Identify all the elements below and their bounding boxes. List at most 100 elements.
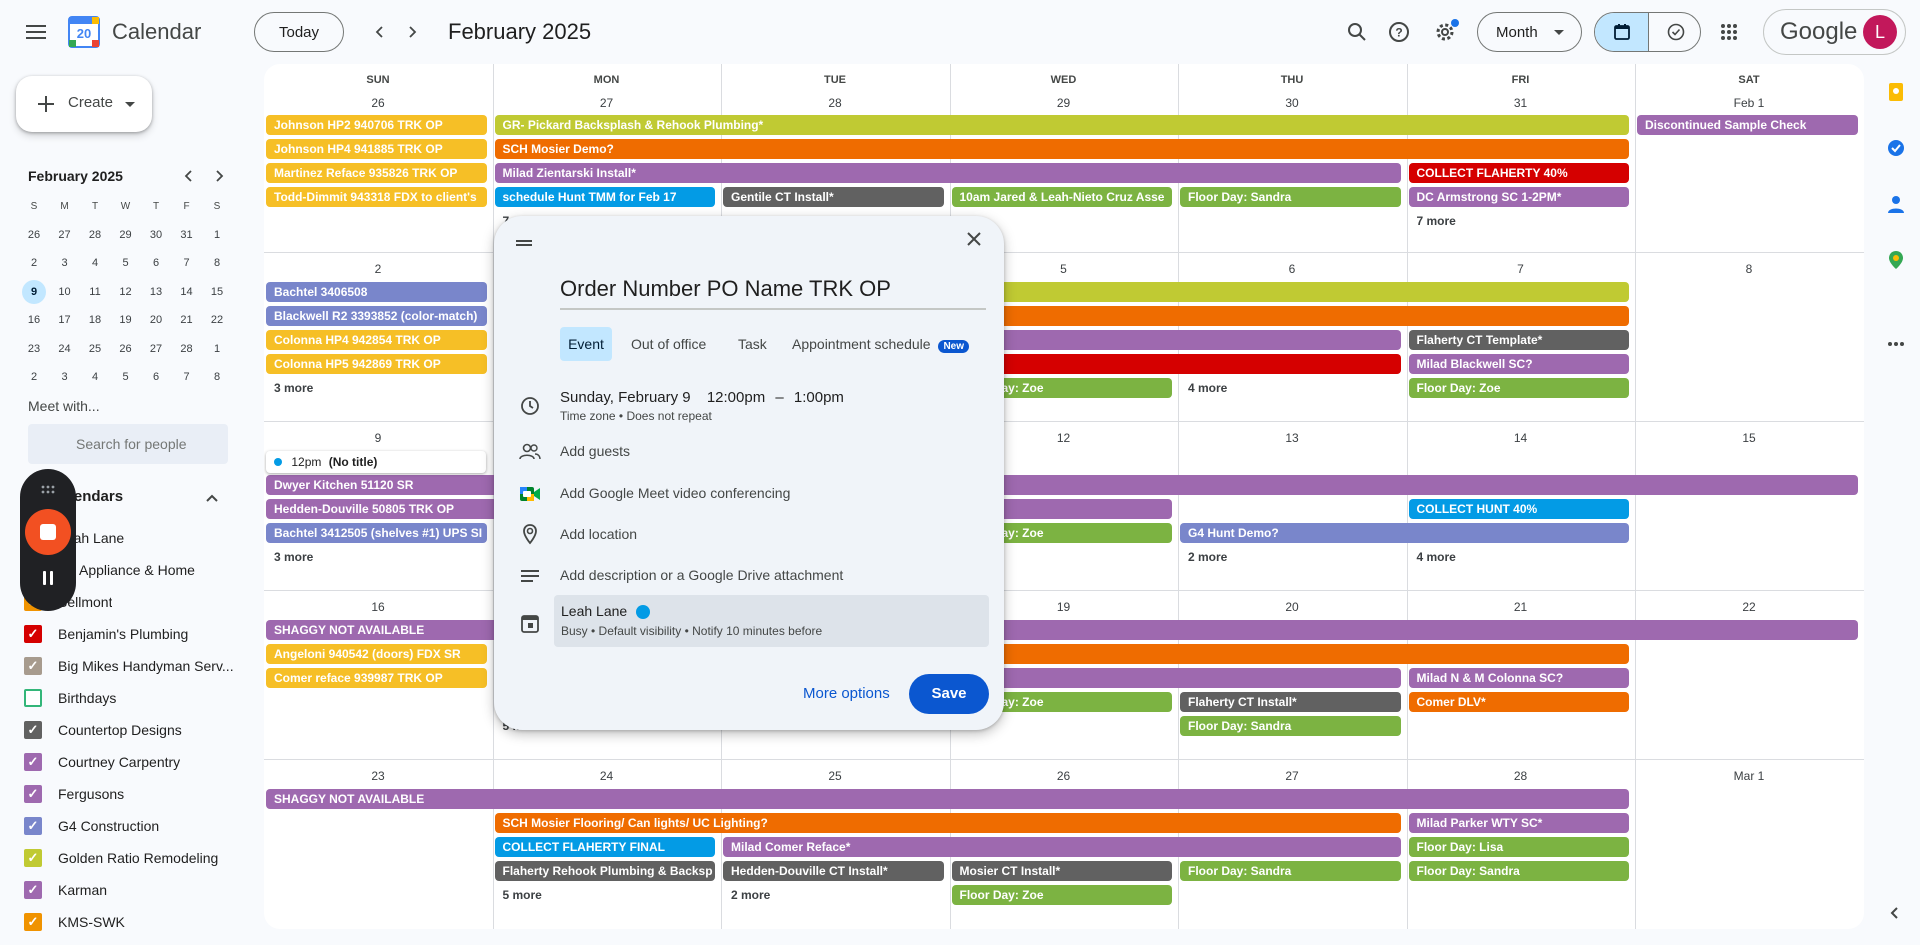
event-chip[interactable]: Flaherty CT Template* [1408, 330, 1629, 350]
draft-event-chip[interactable]: 12pm (No title) [266, 451, 486, 473]
mini-day[interactable]: 11 [83, 280, 107, 304]
event-chip[interactable]: Angeloni 940542 (doors) FDX SR [266, 644, 487, 664]
event-chip[interactable]: Floor Day: Sandra [1180, 861, 1401, 881]
calendar-checkbox[interactable] [24, 689, 42, 707]
event-chip[interactable]: COLLECT HUNT 40% [1408, 499, 1629, 519]
add-location[interactable]: Add location [560, 526, 637, 542]
day-number[interactable]: 22 [1635, 595, 1863, 619]
mini-prev-icon[interactable] [180, 167, 198, 185]
event-chip[interactable]: Bachtel 3412505 (shelves #1) UPS SI [266, 523, 487, 543]
day-number[interactable]: 2 [264, 257, 492, 281]
event-title-input[interactable]: Order Number PO Name TRK OP [560, 276, 986, 310]
save-button[interactable]: Save [909, 674, 989, 714]
mini-day[interactable]: 25 [83, 337, 107, 361]
mini-day[interactable]: 26 [114, 337, 138, 361]
mini-day[interactable]: 7 [175, 365, 199, 389]
mini-day[interactable]: 2 [22, 365, 46, 389]
help-icon[interactable]: ? [1379, 12, 1419, 52]
expand-panel-icon[interactable] [1888, 906, 1902, 925]
day-number[interactable]: 27 [1178, 764, 1406, 788]
mini-day[interactable]: 14 [175, 280, 199, 304]
mini-day[interactable]: 10 [53, 280, 77, 304]
time-meta[interactable]: Time zone • Does not repeat [560, 409, 712, 423]
event-chip[interactable]: Colonna HP5 942869 TRK OP [266, 354, 487, 374]
calendar-item[interactable]: ✓ KMS-SWK [24, 906, 244, 938]
event-chip[interactable]: Floor Day: Zoe [951, 885, 1172, 905]
day-number[interactable]: 16 [264, 595, 492, 619]
day-number[interactable]: 28 [1407, 764, 1635, 788]
search-icon[interactable] [1337, 12, 1377, 52]
event-chip[interactable]: SCH Mosier Demo? [494, 139, 1629, 159]
event-chip[interactable]: Floor Day: Sandra [1180, 187, 1401, 207]
day-number[interactable]: 24 [493, 764, 721, 788]
event-chip[interactable]: Floor Day: Sandra [1180, 716, 1401, 736]
day-number[interactable]: 6 [1178, 257, 1406, 281]
calendar-item[interactable]: ✓ Courtney Carpentry [24, 746, 244, 778]
event-chip[interactable]: schedule Hunt TMM for Feb 17 [494, 187, 715, 207]
mini-day[interactable]: 2 [22, 251, 46, 275]
day-number[interactable]: 14 [1407, 426, 1635, 450]
calendar-logo-icon[interactable]: 20 [68, 16, 100, 48]
today-button[interactable]: Today [254, 12, 344, 52]
day-number[interactable]: 13 [1178, 426, 1406, 450]
event-chip[interactable]: Blackwell R2 3393852 (color-match) [266, 306, 487, 326]
day-number[interactable]: 29 [950, 91, 1178, 115]
event-chip[interactable]: Mosier CT Install* [951, 861, 1172, 881]
add-google-meet[interactable]: Add Google Meet video conferencing [560, 485, 790, 501]
event-chip[interactable]: Flaherty CT Install* [1180, 692, 1401, 712]
main-menu-icon[interactable] [16, 12, 56, 52]
event-chip[interactable]: GR- Pickard Backsplash & Rehook Plumbing… [494, 115, 1629, 135]
calendar-item[interactable]: ✓ Fergusons [24, 778, 244, 810]
drag-handle-icon[interactable] [40, 481, 56, 499]
mini-day[interactable]: 30 [144, 223, 168, 247]
apps-grid-icon[interactable] [1709, 12, 1749, 52]
stop-recording-button[interactable] [25, 509, 71, 555]
event-chip[interactable]: Flaherty Rehook Plumbing & Backsp [494, 861, 715, 881]
more-events-link[interactable]: 4 more [1409, 547, 1456, 567]
day-number[interactable]: 15 [1635, 426, 1863, 450]
event-chip[interactable]: Johnson HP2 940706 TRK OP [266, 115, 487, 135]
mini-day[interactable]: 17 [53, 308, 77, 332]
mini-day[interactable]: 19 [114, 308, 138, 332]
mini-day[interactable]: 22 [205, 308, 229, 332]
mini-day[interactable]: 1 [205, 223, 229, 247]
calendar-item[interactable]: Birthdays [24, 682, 244, 714]
mini-day[interactable]: 5 [114, 251, 138, 275]
calendar-checkbox[interactable]: ✓ [24, 785, 42, 803]
event-chip[interactable]: Todd-Dimmit 943318 FDX to client's [266, 187, 487, 207]
mini-day[interactable]: 23 [22, 337, 46, 361]
mini-day[interactable]: 5 [114, 365, 138, 389]
more-events-link[interactable]: 3 more [266, 547, 313, 567]
view-select[interactable]: Month [1477, 12, 1582, 52]
day-number[interactable]: 21 [1407, 595, 1635, 619]
event-chip[interactable]: Comer DLV* [1408, 692, 1629, 712]
event-chip[interactable]: G4 Hunt Demo? [1180, 523, 1629, 543]
calendar-item[interactable]: ✓ Big Mikes Handyman Serv... [24, 650, 244, 682]
day-number[interactable]: 25 [721, 764, 949, 788]
settings-gear-icon[interactable] [1425, 12, 1465, 52]
day-number[interactable]: 26 [950, 764, 1178, 788]
mini-day[interactable]: 31 [175, 223, 199, 247]
more-events-link[interactable]: 2 more [723, 885, 770, 905]
event-chip[interactable]: Floor Day: Zoe [1408, 378, 1629, 398]
day-number[interactable]: 9 [264, 426, 492, 450]
mini-day[interactable]: 21 [175, 308, 199, 332]
event-chip[interactable]: Johnson HP4 941885 TRK OP [266, 139, 487, 159]
mini-day[interactable]: 29 [114, 223, 138, 247]
mini-next-icon[interactable] [210, 167, 228, 185]
mini-day[interactable]: 3 [53, 365, 77, 389]
pause-icon[interactable] [40, 569, 56, 587]
more-events-link[interactable]: 4 more [1180, 378, 1227, 398]
more-events-link[interactable]: 7 more [1409, 211, 1456, 231]
search-people-field[interactable]: Search for people [28, 424, 228, 464]
event-chip[interactable]: Hedden-Douville CT Install* [723, 861, 944, 881]
mini-day[interactable]: 8 [205, 365, 229, 389]
calendar-view-toggle[interactable] [1595, 13, 1648, 51]
create-button[interactable]: Create [16, 76, 152, 132]
day-number[interactable]: 30 [1178, 91, 1406, 115]
day-number[interactable]: 8 [1635, 257, 1863, 281]
maps-icon[interactable] [1886, 250, 1906, 275]
mini-day[interactable]: 4 [83, 251, 107, 275]
event-chip[interactable]: 10am Jared & Leah-Nieto Cruz Asse [951, 187, 1172, 207]
day-number[interactable]: 26 [264, 91, 492, 115]
